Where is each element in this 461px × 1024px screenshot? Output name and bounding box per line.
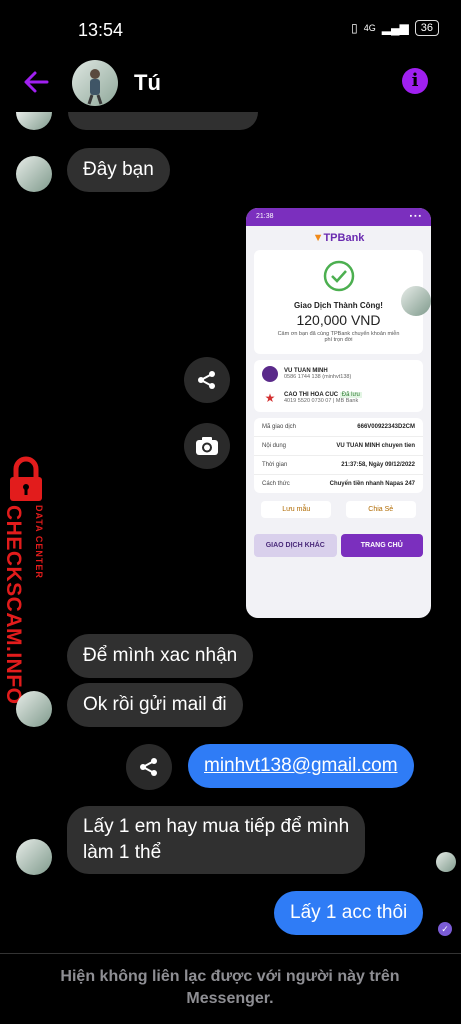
share-receipt-button: Chia Sẻ xyxy=(345,501,416,518)
row-value: VU TUAN MINH chuyen tien xyxy=(336,443,415,449)
receipt-status-time: 21:38 xyxy=(256,213,274,220)
seen-avatar-icon xyxy=(436,852,456,872)
row-value: Chuyển tiền nhanh Napas 247 xyxy=(329,481,415,487)
my-message-bubble[interactable]: minhvt138@gmail.com xyxy=(188,744,414,788)
share-icon xyxy=(140,758,157,776)
receipt-summary-card: Giao Dịch Thành Công! 120,000 VND Cảm ơn… xyxy=(254,250,423,354)
partial-message-bubble xyxy=(68,112,258,130)
receipt-success: Giao Dịch Thành Công! xyxy=(294,301,383,310)
contact-avatar[interactable] xyxy=(72,60,118,106)
my-message-bubble[interactable]: Lấy 1 acc thôi xyxy=(274,891,424,935)
signal-icon: ▂▄▆ xyxy=(381,21,409,35)
footer-divider xyxy=(0,953,461,954)
sender-avatar[interactable] xyxy=(16,156,52,192)
sender-bank-icon xyxy=(262,366,278,382)
receipt-status-bar: 21:38 ▪ ▪ ▪ xyxy=(246,208,431,226)
message-line: làm 1 thể xyxy=(83,842,162,863)
sender-avatar[interactable] xyxy=(16,839,52,875)
watermark-sub: DATA CENTER xyxy=(34,505,44,579)
notice-line-1: Hiện không liên lạc được với người này t… xyxy=(60,968,400,985)
message-line: Lấy 1 em hay mua tiếp để mình xyxy=(83,816,350,837)
receipt-details-card: Mã giao dịch 666V00922343D2CM Nội dung VU … xyxy=(254,418,423,493)
receipt-receiver-account: 4019 5520 0730 07 xyxy=(284,398,332,404)
receipt-thanks: Cảm ơn bạn đã cùng TPBank chuyển khoản m… xyxy=(277,331,400,343)
receipt-corner-avatar xyxy=(401,286,431,316)
receipt-brand-label: TPBank xyxy=(323,232,365,244)
padlock-icon xyxy=(10,456,42,501)
network-label: 4G xyxy=(363,23,376,33)
row-value: 666V00922343D2CM xyxy=(357,424,415,430)
back-arrow-icon[interactable] xyxy=(20,66,52,98)
camera-icon xyxy=(196,437,218,455)
share-icon xyxy=(198,371,215,389)
sender-avatar[interactable] xyxy=(16,691,52,727)
receipt-row: Mã giao dịch 666V00922343D2CM xyxy=(254,418,423,437)
email-link[interactable]: minhvt138@gmail.com xyxy=(204,755,398,776)
receipt-bottom-buttons: GIAO DỊCH KHÁC TRANG CHỦ xyxy=(246,520,431,557)
save-template-button: Lưu mẫu xyxy=(261,501,332,518)
receipt-row: Cách thức Chuyển tiền nhanh Napas 247 xyxy=(254,475,423,493)
receipt-receiver-bank: MB Bank xyxy=(335,398,359,404)
share-button[interactable] xyxy=(184,357,230,403)
vibrate-icon: ▯ xyxy=(351,21,358,35)
tpbank-logo-icon: ▼ xyxy=(312,232,324,244)
row-label: Thời gian xyxy=(262,462,288,468)
receipt-parties-card: VU TUAN MINH 0586 1744 138 (minhvt138) ★… xyxy=(254,360,423,412)
check-icon xyxy=(323,260,354,292)
contact-name[interactable]: Tú xyxy=(134,70,161,96)
share-button[interactable] xyxy=(126,744,172,790)
receipt-row: Thời gian 21:37:58, Ngày 09/12/2022 xyxy=(254,456,423,475)
watermark: CHECKSCAM.INFO DATA CENTER xyxy=(0,455,54,705)
message-bubble[interactable]: Để mình xac nhận xyxy=(67,634,254,678)
receipt-status-icons: ▪ ▪ ▪ xyxy=(409,213,421,220)
receipt-sender-account: 0586 1744 138 (minhvt138) xyxy=(284,374,352,380)
delivered-check-icon: ✓ xyxy=(438,922,452,936)
receipt-amount: 120,000 VND xyxy=(296,312,381,328)
system-icons: ▯ 4G ▂▄▆ 36 xyxy=(351,20,439,36)
battery-level: 36 xyxy=(414,20,439,36)
other-transaction-button: GIAO DỊCH KHÁC xyxy=(254,534,337,557)
row-label: Cách thức xyxy=(262,481,290,487)
receipt-row: Nội dung VU TUAN MINH chuyen tien xyxy=(254,437,423,456)
message-bubble[interactable]: Đây bạn xyxy=(67,148,170,192)
camera-button[interactable] xyxy=(184,423,230,469)
receipt-receiver: ★ CAO THI HOA CUC Đã lưu 4019 5520 0730 … xyxy=(262,390,415,406)
home-button: TRANG CHỦ xyxy=(340,534,423,557)
avatar-figure-icon xyxy=(87,69,103,105)
notice-line-2: Messenger. xyxy=(186,990,274,1007)
receipt-sender: VU TUAN MINH 0586 1744 138 (minhvt138) xyxy=(262,366,415,382)
message-bubble[interactable]: Lấy 1 em hay mua tiếp để mình làm 1 thể xyxy=(67,806,366,874)
message-bubble[interactable]: Ok rồi gửi mail đi xyxy=(67,683,243,727)
shared-image-bank-receipt[interactable]: 21:38 ▪ ▪ ▪ ▼TPBank Giao Dịch Thành Công… xyxy=(246,208,431,618)
unavailable-notice: Hiện không liên lạc được với người này t… xyxy=(30,966,430,1010)
row-label: Mã giao dịch xyxy=(262,424,297,430)
row-label: Nội dung xyxy=(262,443,287,449)
receipt-brand: ▼TPBank xyxy=(246,232,431,244)
info-icon[interactable]: i xyxy=(402,68,428,94)
status-time: 13:54 xyxy=(78,20,124,40)
watermark-main: CHECKSCAM.INFO xyxy=(2,505,25,705)
status-bar: 13:54 ▯ 4G ▂▄▆ 36 xyxy=(0,0,461,60)
receiver-bank-star-icon: ★ xyxy=(264,391,276,405)
receipt-actions: Lưu mẫu Chia Sẻ xyxy=(246,499,431,520)
sender-avatar xyxy=(16,112,52,130)
row-value: 21:37:58, Ngày 09/12/2022 xyxy=(341,462,415,468)
